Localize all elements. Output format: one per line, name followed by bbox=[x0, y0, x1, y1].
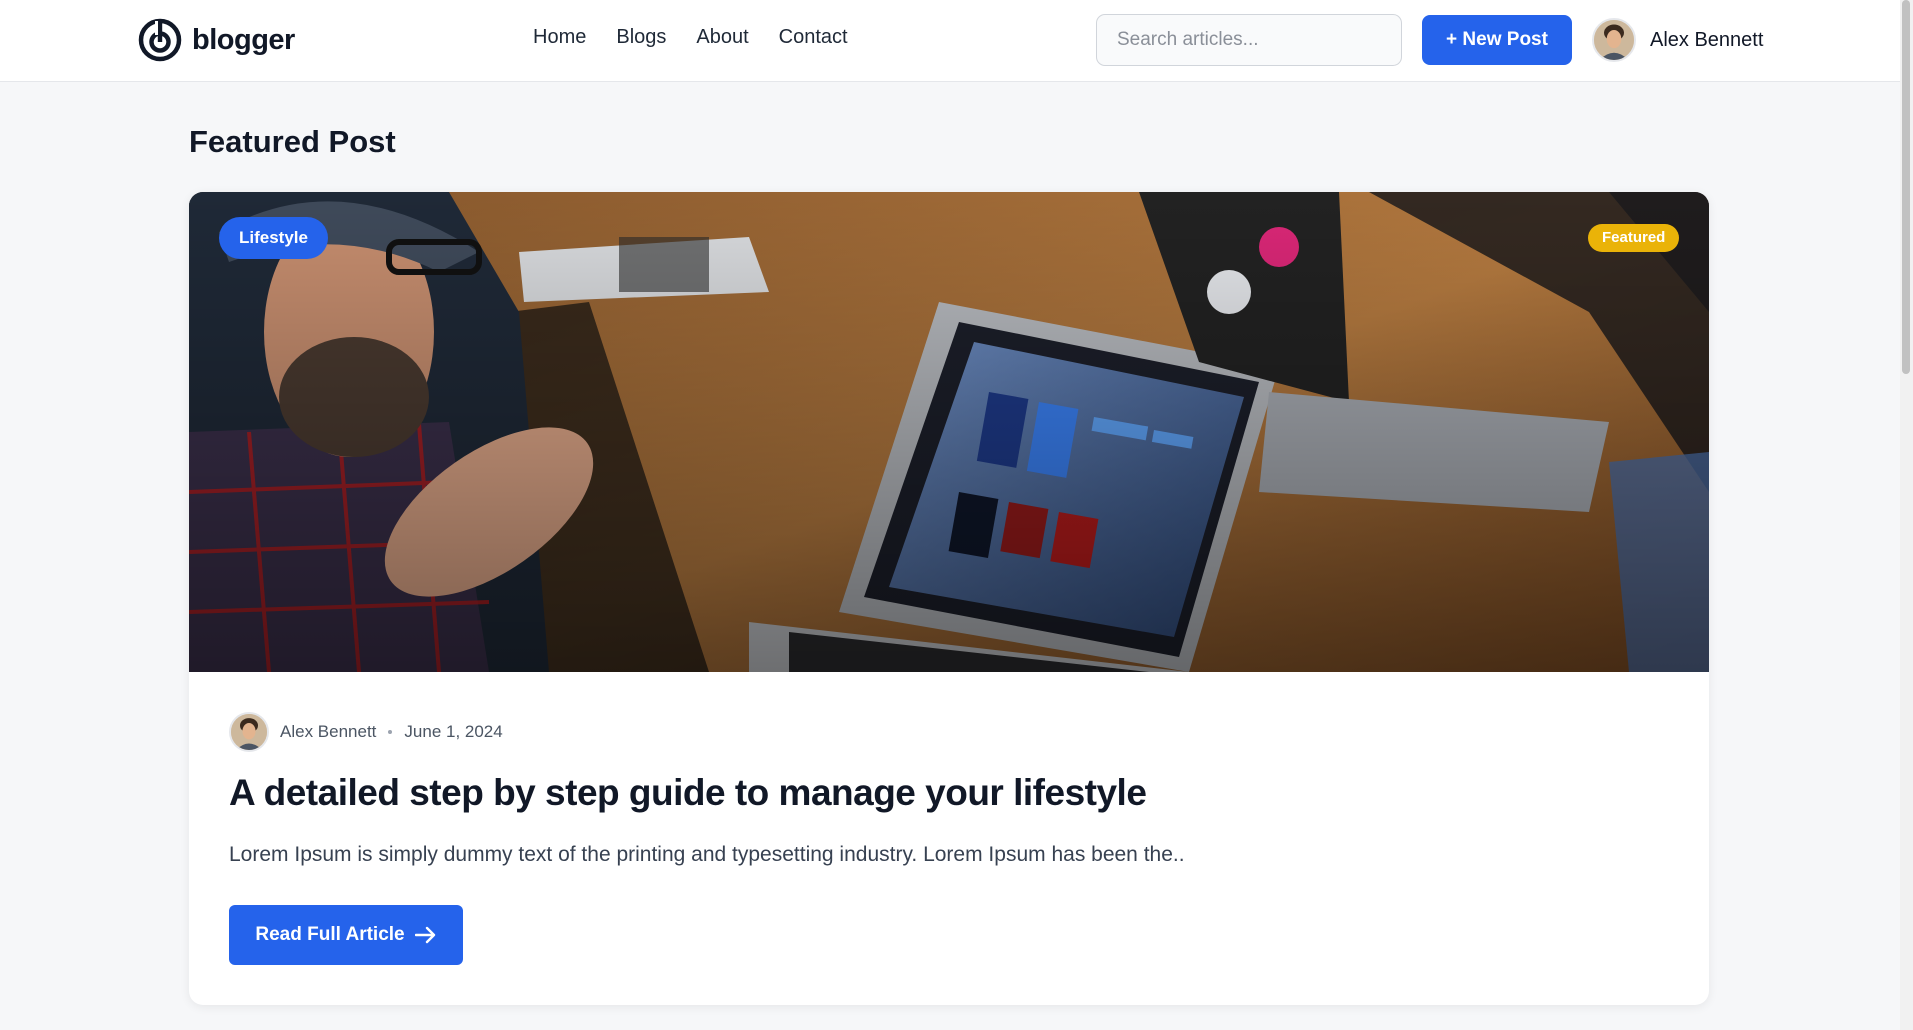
author-avatar bbox=[229, 712, 269, 752]
logo[interactable]: blogger bbox=[138, 18, 295, 62]
arrow-right-icon bbox=[414, 926, 435, 944]
user-name: Alex Bennett bbox=[1650, 28, 1764, 51]
featured-image[interactable]: Lifestyle Featured bbox=[189, 192, 1709, 673]
scrollbar-thumb[interactable] bbox=[1902, 0, 1910, 374]
hero-photo bbox=[189, 192, 1709, 673]
site-header: blogger Home Blogs About Contact + New P… bbox=[0, 0, 1900, 82]
nav-blogs[interactable]: Blogs bbox=[616, 26, 666, 49]
meta-separator bbox=[388, 730, 393, 734]
avatar bbox=[1592, 18, 1636, 62]
user-avatar-image bbox=[1594, 20, 1634, 60]
featured-badge: Featured bbox=[1588, 224, 1680, 252]
nav-about[interactable]: About bbox=[696, 26, 748, 49]
post-author[interactable]: Alex Bennett bbox=[280, 722, 376, 742]
post-title[interactable]: A detailed step by step guide to manage … bbox=[229, 772, 1147, 814]
search-input[interactable] bbox=[1096, 14, 1402, 66]
nav-contact[interactable]: Contact bbox=[779, 26, 848, 49]
main-nav: Home Blogs About Contact bbox=[533, 26, 848, 49]
nav-home[interactable]: Home bbox=[533, 26, 586, 49]
read-full-article-button[interactable]: Read Full Article bbox=[229, 905, 463, 965]
author-avatar-image bbox=[231, 714, 267, 750]
post-date: June 1, 2024 bbox=[404, 722, 503, 741]
read-button-label: Read Full Article bbox=[255, 924, 405, 945]
user-menu[interactable]: Alex Bennett bbox=[1592, 18, 1763, 62]
post-excerpt: Lorem Ipsum is simply dummy text of the … bbox=[229, 843, 1185, 866]
spiral-logo-icon bbox=[138, 18, 182, 62]
category-badge[interactable]: Lifestyle bbox=[219, 217, 328, 259]
featured-post-card: Lifestyle Featured Alex Bennett June 1, … bbox=[189, 192, 1709, 1005]
logo-text: blogger bbox=[192, 23, 295, 56]
post-meta: Alex Bennett June 1, 2024 bbox=[229, 712, 503, 752]
new-post-button[interactable]: + New Post bbox=[1422, 15, 1572, 65]
section-title: Featured Post bbox=[189, 124, 396, 159]
